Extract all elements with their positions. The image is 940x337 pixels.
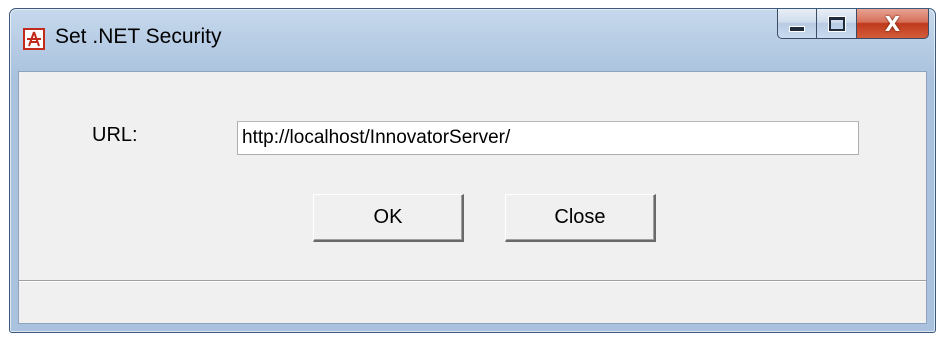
close-icon: X (884, 11, 901, 36)
status-bar (19, 280, 926, 323)
url-label: URL: (92, 124, 138, 146)
close-button[interactable]: Close (505, 194, 656, 242)
caption-buttons: X (777, 9, 929, 41)
dialog-window: Set .NET Security X URL: OK Close (9, 8, 936, 333)
minimize-icon (789, 25, 805, 32)
maximize-icon (828, 16, 845, 31)
minimize-button[interactable] (777, 9, 817, 39)
window-title: Set .NET Security (55, 25, 222, 48)
close-window-button[interactable]: X (857, 9, 929, 39)
dialog-client-area: URL: OK Close (18, 71, 927, 324)
url-input[interactable] (237, 121, 859, 155)
title-bar[interactable]: Set .NET Security X (10, 9, 935, 71)
ok-button[interactable]: OK (313, 194, 464, 242)
maximize-button[interactable] (817, 9, 857, 39)
app-icon[interactable] (23, 28, 45, 50)
